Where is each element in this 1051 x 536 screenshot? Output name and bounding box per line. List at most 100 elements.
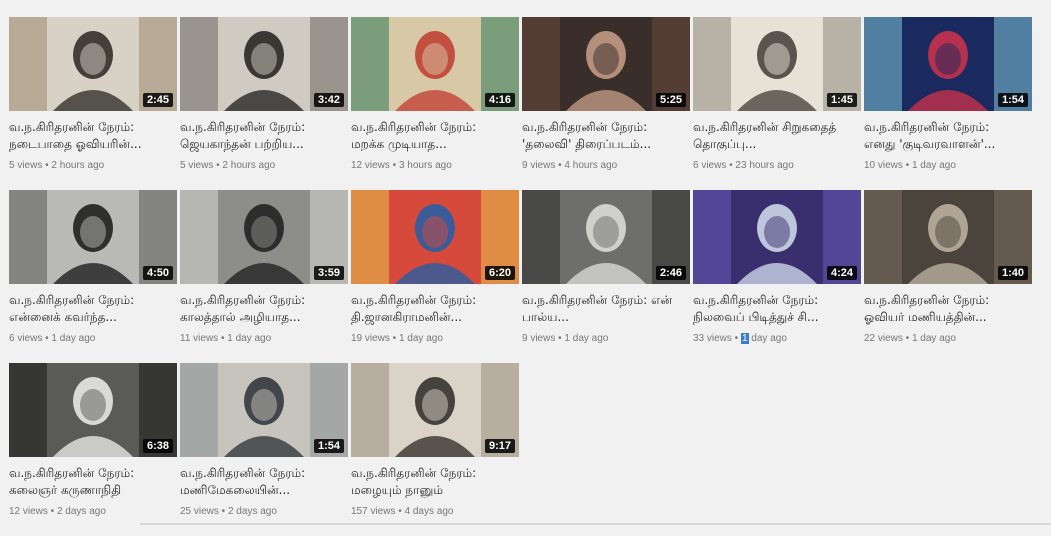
upload-time: day ago xyxy=(748,333,787,344)
view-count: 19 views xyxy=(351,333,390,344)
view-count: 6 views xyxy=(9,333,43,344)
video-title[interactable]: வ.ந.கிரிதரனின் நேரம்: தி.ஜானகிராமனின்... xyxy=(351,292,511,326)
video-thumbnail[interactable]: 4:24 xyxy=(693,190,861,284)
meta-separator: • xyxy=(731,333,741,344)
video-title[interactable]: வ.ந.கிரிதரனின் நேரம்: மறக்க முடியாத... xyxy=(351,119,511,153)
view-count: 12 views xyxy=(351,160,390,171)
video-thumbnail[interactable]: 4:16 xyxy=(351,17,519,111)
video-meta: 157 views • 4 days ago xyxy=(351,505,519,519)
video-title[interactable]: வ.ந.கிரிதரனின் நேரம்: மணிமேகலையின்... xyxy=(180,465,340,499)
video-card[interactable]: 9:17 வ.ந.கிரிதரனின் நேரம்: மழையும் நானும்… xyxy=(351,363,519,536)
video-title[interactable]: வ.ந.கிரிதரனின் நேரம்: காலத்தால் அழியாத..… xyxy=(180,292,340,326)
meta-separator: • xyxy=(902,333,912,344)
video-meta: 5 views • 2 hours ago xyxy=(9,159,177,173)
video-meta: 12 views • 2 days ago xyxy=(9,505,177,519)
meta-separator: • xyxy=(218,333,228,344)
video-thumbnail[interactable]: 1:40 xyxy=(864,190,1032,284)
duration-badge: 1:54 xyxy=(313,439,344,453)
video-thumbnail[interactable]: 2:45 xyxy=(9,17,177,111)
video-card[interactable]: 2:45 வ.ந.கிரிதரனின் நேரம்: நடைபாதை ஓவியரி… xyxy=(9,17,177,190)
video-card[interactable]: 1:40 வ.ந.கிரிதரனின் நேரம்: ஓவியர் மணியத்த… xyxy=(864,190,1032,363)
duration-badge: 3:42 xyxy=(313,93,344,107)
video-card[interactable]: 5:25 வ.ந.கிரிதரனின் நேரம்: 'தலைவி' திரைப்… xyxy=(522,17,690,190)
upload-time: 1 day ago xyxy=(911,160,956,171)
video-card[interactable]: 6:20 வ.ந.கிரிதரனின் நேரம்: தி.ஜானகிராமனின… xyxy=(351,190,519,363)
upload-time: 1 day ago xyxy=(564,333,609,344)
upload-time: 1 day ago xyxy=(398,333,443,344)
video-card[interactable]: 4:16 வ.ந.கிரிதரனின் நேரம்: மறக்க முடியாத.… xyxy=(351,17,519,190)
video-card[interactable]: 2:46 வ.ந.கிரிதரனின் நேரம்: என் பால்ய... 9 … xyxy=(522,190,690,363)
video-thumbnail[interactable]: 5:25 xyxy=(522,17,690,111)
upload-time: 3 hours ago xyxy=(398,160,452,171)
video-title[interactable]: வ.ந.கிரிதரனின் நேரம்: நிலவைப் பிடித்துச்… xyxy=(693,292,853,326)
video-meta: 9 views • 4 hours ago xyxy=(522,159,690,173)
view-count: 5 views xyxy=(9,160,43,171)
duration-badge: 1:54 xyxy=(997,93,1028,107)
video-thumbnail[interactable]: 4:50 xyxy=(9,190,177,284)
video-meta: 12 views • 3 hours ago xyxy=(351,159,519,173)
video-meta: 6 views • 23 hours ago xyxy=(693,159,861,173)
duration-badge: 9:17 xyxy=(484,439,515,453)
video-thumbnail[interactable]: 1:54 xyxy=(180,363,348,457)
video-title[interactable]: வ.ந.கிரிதரனின் நேரம்: கலைஞர் கருணாநிதி xyxy=(9,465,169,499)
video-card[interactable]: 6:38 வ.ந.கிரிதரனின் நேரம்: கலைஞர் கருணாநி… xyxy=(9,363,177,536)
upload-time: 4 days ago xyxy=(404,506,454,517)
video-thumbnail[interactable]: 3:59 xyxy=(180,190,348,284)
video-thumbnail[interactable]: 3:42 xyxy=(180,17,348,111)
video-meta: 25 views • 2 days ago xyxy=(180,505,348,519)
video-card[interactable]: 1:54 வ.ந.கிரிதரனின் நேரம்: எனது 'குடிவரவா… xyxy=(864,17,1032,190)
video-thumbnail[interactable]: 1:45 xyxy=(693,17,861,111)
meta-separator: • xyxy=(218,506,228,517)
upload-time: 1 day ago xyxy=(51,333,96,344)
video-meta: 33 views • 1 day ago xyxy=(693,332,861,346)
video-title[interactable]: வ.ந.கிரிதரனின் நேரம்: ஜெயகாந்தன் பற்றிய.… xyxy=(180,119,340,153)
video-meta: 22 views • 1 day ago xyxy=(864,332,1032,346)
duration-badge: 2:46 xyxy=(655,266,686,280)
video-title[interactable]: வ.ந.கிரிதரனின் நேரம்: மழையும் நானும் xyxy=(351,465,511,499)
video-card[interactable]: 4:24 வ.ந.கிரிதரனின் நேரம்: நிலவைப் பிடித்… xyxy=(693,190,861,363)
video-meta: 5 views • 2 hours ago xyxy=(180,159,348,173)
upload-time: 1 day ago xyxy=(227,333,272,344)
view-count: 9 views xyxy=(522,160,556,171)
video-title[interactable]: வ.ந.கிரிதரனின் நேரம்: 'தலைவி' திரைப்படம்… xyxy=(522,119,682,153)
duration-badge: 1:45 xyxy=(826,93,857,107)
upload-time: 4 hours ago xyxy=(564,160,618,171)
upload-time: 2 hours ago xyxy=(222,160,276,171)
meta-separator: • xyxy=(389,160,399,171)
video-title[interactable]: வ.ந.கிரிதரனின் சிறுகதைத் தொகுப்பு... xyxy=(693,119,853,153)
duration-badge: 6:38 xyxy=(142,439,173,453)
view-count: 33 views xyxy=(693,333,732,344)
video-grid: 2:45 வ.ந.கிரிதரனின் நேரம்: நடைபாதை ஓவியரி… xyxy=(9,17,1032,536)
view-count: 10 views xyxy=(864,160,903,171)
video-thumbnail[interactable]: 6:38 xyxy=(9,363,177,457)
view-count: 22 views xyxy=(864,333,903,344)
upload-time: 23 hours ago xyxy=(735,160,794,171)
video-thumbnail[interactable]: 1:54 xyxy=(864,17,1032,111)
view-count: 157 views xyxy=(351,506,396,517)
view-count: 12 views xyxy=(9,506,48,517)
video-thumbnail[interactable]: 6:20 xyxy=(351,190,519,284)
video-title[interactable]: வ.ந.கிரிதரனின் நேரம்: எனது 'குடிவரவாளன்'… xyxy=(864,119,1024,153)
meta-separator: • xyxy=(389,333,399,344)
duration-badge: 2:45 xyxy=(142,93,173,107)
video-title[interactable]: வ.ந.கிரிதரனின் நேரம்: நடைபாதை ஓவியரின்..… xyxy=(9,119,169,153)
video-thumbnail[interactable]: 2:46 xyxy=(522,190,690,284)
video-title[interactable]: வ.ந.கிரிதரனின் நேரம்: என் பால்ய... xyxy=(522,292,682,326)
duration-badge: 4:50 xyxy=(142,266,173,280)
video-card[interactable]: 4:50 வ.ந.கிரிதரனின் நேரம்: என்னைக் கவர்ந்… xyxy=(9,190,177,363)
upload-time: 2 hours ago xyxy=(51,160,105,171)
duration-badge: 3:59 xyxy=(313,266,344,280)
video-title[interactable]: வ.ந.கிரிதரனின் நேரம்: ஓவியர் மணியத்தின்.… xyxy=(864,292,1024,326)
video-thumbnail[interactable]: 9:17 xyxy=(351,363,519,457)
video-card[interactable]: 3:59 வ.ந.கிரிதரனின் நேரம்: காலத்தால் அழிய… xyxy=(180,190,348,363)
upload-time: 1 day ago xyxy=(911,333,956,344)
view-count: 25 views xyxy=(180,506,219,517)
selected-text-highlight: 1 xyxy=(740,333,749,344)
video-meta: 10 views • 1 day ago xyxy=(864,159,1032,173)
duration-badge: 4:16 xyxy=(484,93,515,107)
video-card[interactable]: 1:54 வ.ந.கிரிதரனின் நேரம்: மணிமேகலையின்..… xyxy=(180,363,348,536)
video-card[interactable]: 1:45 வ.ந.கிரிதரனின் சிறுகதைத் தொகுப்பு...… xyxy=(693,17,861,190)
duration-badge: 5:25 xyxy=(655,93,686,107)
video-title[interactable]: வ.ந.கிரிதரனின் நேரம்: என்னைக் கவர்ந்த... xyxy=(9,292,169,326)
video-card[interactable]: 3:42 வ.ந.கிரிதரனின் நேரம்: ஜெயகாந்தன் பற்… xyxy=(180,17,348,190)
